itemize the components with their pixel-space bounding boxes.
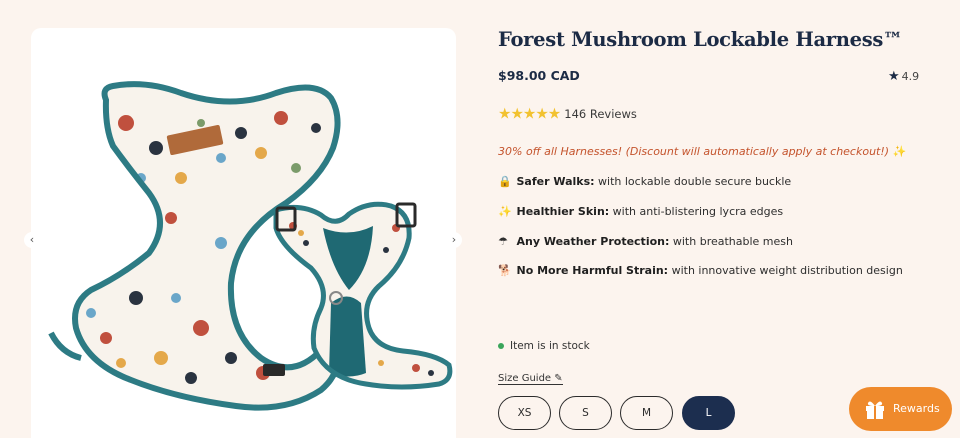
rewards-label: Rewards bbox=[893, 402, 940, 415]
sparkle-icon: ✨ bbox=[498, 205, 512, 218]
harness-product-image bbox=[48, 81, 453, 411]
feature-title: No More Harmful Strain: bbox=[516, 264, 669, 277]
star-rating-icons: ★★★★★ bbox=[498, 104, 561, 123]
in-stock-dot-icon bbox=[498, 343, 504, 349]
stock-status: Item is in stock bbox=[498, 340, 590, 352]
feature-no-strain: 🐕 No More Harmful Strain: with innovativ… bbox=[498, 264, 903, 277]
star-icon: ★ bbox=[888, 69, 900, 84]
reviews-row[interactable]: ★★★★★ 146 Reviews bbox=[498, 103, 637, 123]
size-option-l[interactable]: L bbox=[682, 396, 735, 430]
product-price: $98.00 CAD bbox=[498, 68, 580, 83]
reviews-link[interactable]: 146 Reviews bbox=[564, 107, 637, 121]
promo-text: 30% off all Harnesses! (Discount will au… bbox=[498, 145, 907, 158]
chevron-left-icon: ‹ bbox=[29, 233, 35, 246]
chevron-right-icon: › bbox=[451, 233, 457, 246]
feature-text: with innovative weight distribution desi… bbox=[668, 264, 903, 277]
gallery-next-button[interactable]: › bbox=[446, 232, 462, 248]
side-buckle bbox=[263, 364, 285, 376]
rating-summary: ★ 4.9 bbox=[888, 69, 919, 84]
feature-any-weather: ☂ Any Weather Protection: with breathabl… bbox=[498, 235, 793, 248]
feature-title: Healthier Skin: bbox=[516, 205, 610, 218]
ruler-pencil-icon: ✎ bbox=[554, 373, 563, 384]
dog-icon: 🐕 bbox=[498, 264, 512, 277]
product-image-gallery bbox=[31, 28, 456, 438]
feature-text: with anti-blistering lycra edges bbox=[609, 205, 784, 218]
feature-title: Any Weather Protection: bbox=[516, 235, 670, 248]
rewards-button[interactable]: Rewards bbox=[849, 387, 952, 431]
gift-icon bbox=[866, 401, 884, 419]
size-option-s[interactable]: S bbox=[559, 396, 612, 430]
small-harness bbox=[263, 201, 453, 390]
sparkle-icon: ✨ bbox=[892, 145, 907, 158]
feature-text: with breathable mesh bbox=[669, 235, 793, 248]
feature-healthier-skin: ✨ Healthier Skin: with anti-blistering l… bbox=[498, 205, 783, 218]
umbrella-icon: ☂ bbox=[498, 235, 508, 248]
feature-safer-walks: 🔒 Safer Walks: with lockable double secu… bbox=[498, 175, 791, 188]
size-option-m[interactable]: M bbox=[620, 396, 673, 430]
size-option-xs[interactable]: XS bbox=[498, 396, 551, 430]
gallery-prev-button[interactable]: ‹ bbox=[24, 232, 40, 248]
size-guide-link[interactable]: Size Guide ✎ bbox=[498, 373, 563, 385]
rating-value: 4.9 bbox=[901, 70, 920, 83]
feature-title: Safer Walks: bbox=[516, 175, 595, 188]
product-title: Forest Mushroom Lockable Harness™ bbox=[498, 28, 903, 51]
lock-icon: 🔒 bbox=[498, 175, 512, 188]
feature-text: with lockable double secure buckle bbox=[594, 175, 792, 188]
